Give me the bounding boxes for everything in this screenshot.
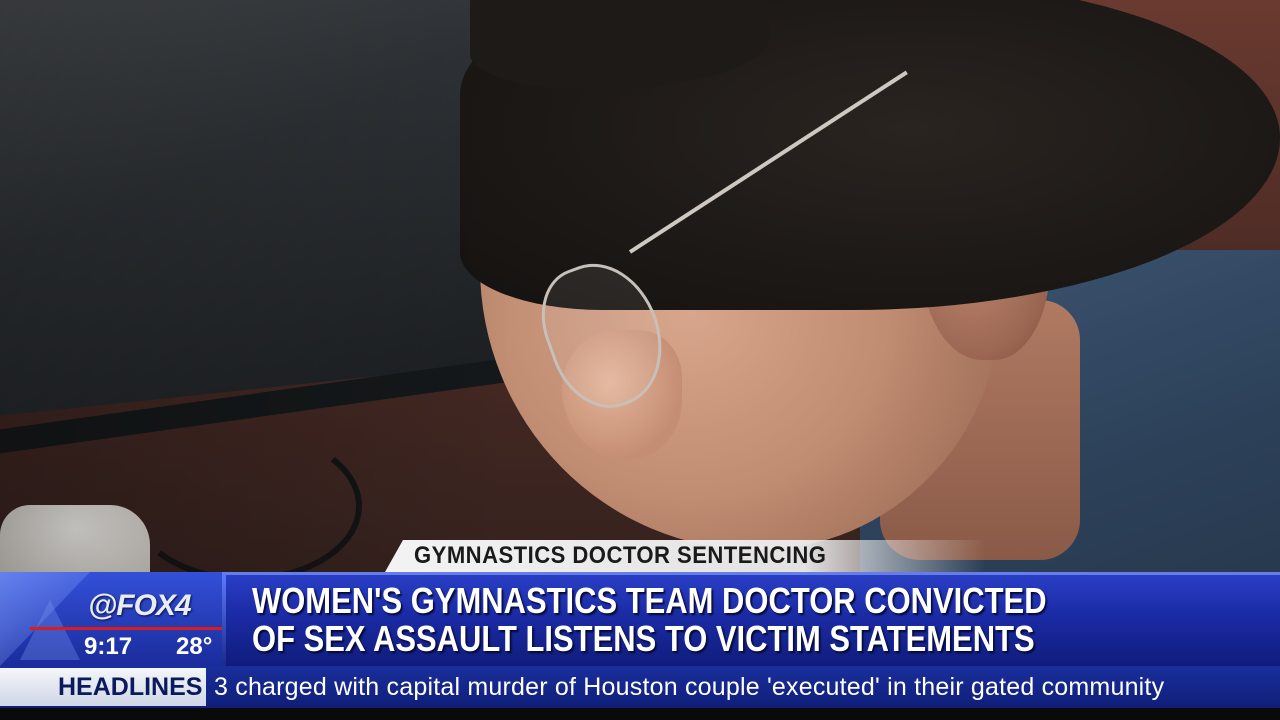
headline-line-2: OF SEX ASSAULT LISTENS TO VICTIM STATEME… (252, 618, 1035, 659)
ticker-label: HEADLINES (58, 673, 203, 701)
station-logo: @FOX4 (88, 589, 192, 622)
ticker-text: 3 charged with capital murder of Houston… (214, 673, 1165, 701)
band-separator (222, 572, 226, 666)
logo-divider (30, 627, 222, 630)
clock-time: 9:17 (84, 633, 133, 660)
topic-label: GYMNASTICS DOCTOR SENTENCING (414, 542, 827, 569)
headline-line-1: WOMEN'S GYMNASTICS TEAM DOCTOR CONVICTED (252, 580, 1047, 621)
bottom-strip (0, 708, 1280, 720)
headline: WOMEN'S GYMNASTICS TEAM DOCTOR CONVICTED… (252, 582, 1112, 658)
temperature: 28° (176, 633, 213, 660)
